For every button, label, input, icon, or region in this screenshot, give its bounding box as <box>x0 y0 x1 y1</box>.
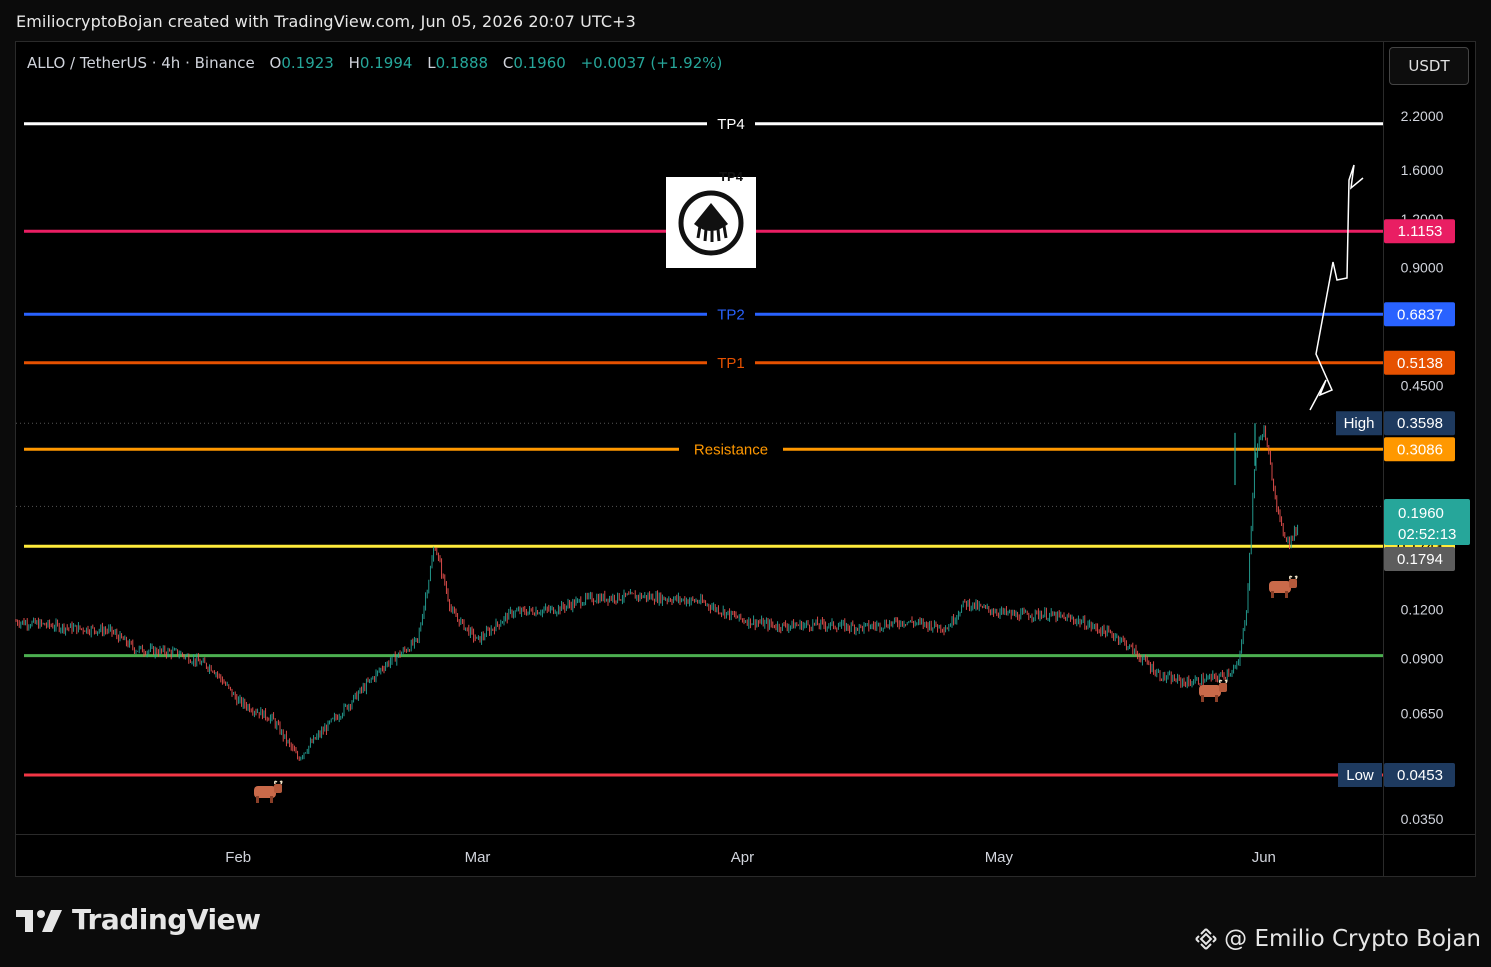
high-value: 0.1994 <box>359 54 413 72</box>
price-chart[interactable]: 3.00002.20001.60001.20000.90000.45000.12… <box>0 0 1491 967</box>
high-tag-text: 0.3598 <box>1397 415 1443 432</box>
author-credit: @ Emilio Crypto Bojan <box>1194 926 1481 952</box>
project-logo <box>666 177 756 268</box>
y-tick-label: 0.1200 <box>1401 602 1444 618</box>
last-price-text: 0.1960 <box>1398 505 1444 522</box>
x-tick-label: Jun <box>1252 849 1276 866</box>
close-label: C <box>502 54 514 72</box>
high-tag-label: High <box>1344 415 1375 432</box>
y-tick-label: 0.0650 <box>1401 706 1444 722</box>
level-label: TP1 <box>717 355 745 372</box>
candle-series <box>15 423 1299 762</box>
symbol-label[interactable]: ALLO / TetherUS · 4h · Binance <box>27 54 255 72</box>
ohlc-legend: ALLO / TetherUS · 4h · Binance O0.1923 H… <box>27 54 722 72</box>
price-tag-text: 1.1153 <box>1398 223 1443 240</box>
x-tick-label: Apr <box>731 849 754 866</box>
projection-arrow <box>1309 164 1364 411</box>
bull-icon <box>1269 575 1298 598</box>
bull-icon <box>254 780 283 803</box>
x-tick-label: Feb <box>225 849 251 866</box>
y-tick-label: 0.9000 <box>1401 260 1444 276</box>
high-label: H <box>348 54 360 72</box>
y-tick-label: 2.2000 <box>1401 108 1444 124</box>
price-tag-text: 0.3086 <box>1397 441 1443 458</box>
open-label: O <box>269 54 282 72</box>
level-label: TP4 <box>717 116 745 133</box>
low-tag-label: Low <box>1346 767 1374 784</box>
y-tick-label: 0.4500 <box>1401 377 1444 393</box>
open-value: 0.1923 <box>281 54 334 72</box>
x-tick-label: Mar <box>465 849 491 866</box>
level-label: TP2 <box>717 306 745 323</box>
binance-icon <box>1195 928 1217 950</box>
tradingview-logo-icon <box>16 909 62 932</box>
close-value: 0.1960 <box>513 54 566 72</box>
y-tick-label: 0.0900 <box>1401 650 1444 666</box>
y-tick-label: 0.0350 <box>1401 811 1444 827</box>
tp4-label-behind-logo: TP4 <box>719 169 744 184</box>
countdown-text: 02:52:13 <box>1398 526 1456 543</box>
level-label: Resistance <box>694 441 768 458</box>
tradingview-logo[interactable]: TradingView <box>16 903 261 936</box>
tradingview-brand: TradingView <box>72 903 261 936</box>
low-value: 0.1888 <box>435 54 489 72</box>
low-label: L <box>427 54 436 72</box>
price-tag-text: 0.5138 <box>1397 355 1443 372</box>
author-credit-text: @ Emilio Crypto Bojan <box>1224 926 1481 952</box>
low-tag-text: 0.0453 <box>1397 767 1443 784</box>
prev-price-tag-text: 0.1794 <box>1397 551 1443 568</box>
y-tick-label: 1.6000 <box>1401 162 1444 178</box>
x-tick-label: May <box>985 849 1014 866</box>
currency-selector[interactable]: USDT <box>1389 47 1469 85</box>
price-tag-text: 0.6837 <box>1397 306 1443 323</box>
change-value: +0.0037 (+1.92%) <box>580 54 723 72</box>
